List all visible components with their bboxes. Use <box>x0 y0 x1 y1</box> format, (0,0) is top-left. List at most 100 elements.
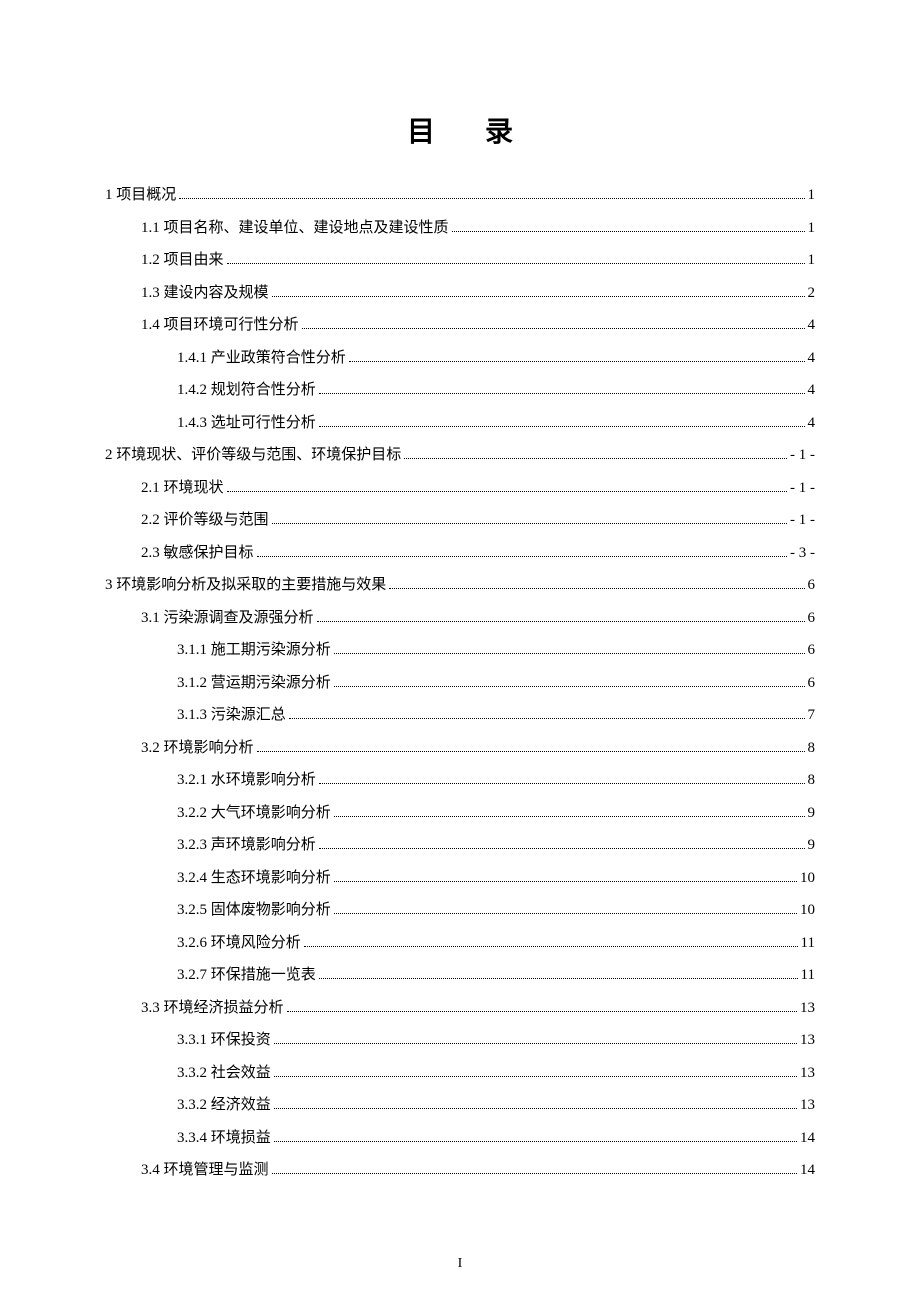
toc-leader-dots <box>319 783 805 784</box>
toc-entry-page: 1 <box>808 180 816 212</box>
toc-entry: 3.2.5 固体废物影响分析10 <box>105 895 815 927</box>
toc-entry: 3.1.1 施工期污染源分析 6 <box>105 635 815 667</box>
toc-entry: 3.3 环境经济损益分析13 <box>105 993 815 1025</box>
toc-entry-page: 4 <box>808 310 816 342</box>
toc-entry: 1.2 项目由来 1 <box>105 245 815 277</box>
toc-entry-label: 1.3 建设内容及规模 <box>141 278 269 310</box>
toc-entry-page: 11 <box>801 928 815 960</box>
toc-entry-label: 1.4.3 选址可行性分析 <box>177 408 316 440</box>
toc-entry-label: 3.1.1 施工期污染源分析 <box>177 635 331 667</box>
toc-entry-label: 3.3.4 环境损益 <box>177 1123 271 1155</box>
toc-entry: 3.4 环境管理与监测 14 <box>105 1155 815 1187</box>
toc-entry-page: - 1 - <box>790 440 815 472</box>
toc-entry-page: - 1 - <box>790 473 815 505</box>
toc-leader-dots <box>179 198 804 199</box>
toc-entry-label: 2.2 评价等级与范围 <box>141 505 269 537</box>
toc-leader-dots <box>334 881 797 882</box>
toc-entry-page: 13 <box>800 1025 815 1057</box>
toc-leader-dots <box>317 621 805 622</box>
toc-entry: 3.2.1 水环境影响分析 8 <box>105 765 815 797</box>
toc-entry-page: 1 <box>808 245 816 277</box>
toc-entry-label: 1.1 项目名称、建设单位、建设地点及建设性质 <box>141 213 449 245</box>
toc-entry-page: 6 <box>808 668 816 700</box>
toc-entry-label: 3.1.2 营运期污染源分析 <box>177 668 331 700</box>
toc-entry-label: 3.4 环境管理与监测 <box>141 1155 269 1187</box>
toc-entry: 1.4.3 选址可行性分析 4 <box>105 408 815 440</box>
toc-entry-label: 1.4 项目环境可行性分析 <box>141 310 299 342</box>
toc-entry: 2.1 环境现状- 1 - <box>105 473 815 505</box>
toc-entry-label: 3.2.4 生态环境影响分析 <box>177 863 331 895</box>
toc-entry-page: 9 <box>808 830 816 862</box>
toc-leader-dots <box>272 296 805 297</box>
toc-entry: 1.4.2 规划符合性分析 4 <box>105 375 815 407</box>
toc-entry-label: 3.1 污染源调查及源强分析 <box>141 603 314 635</box>
toc-entry-page: 8 <box>808 765 816 797</box>
toc-entry-page: 14 <box>800 1123 815 1155</box>
toc-entry-label: 1.4.2 规划符合性分析 <box>177 375 316 407</box>
toc-leader-dots <box>319 426 805 427</box>
toc-entry-label: 3.3 环境经济损益分析 <box>141 993 284 1025</box>
toc-entry: 3.1 污染源调查及源强分析 6 <box>105 603 815 635</box>
toc-title: 目录 <box>105 110 815 150</box>
toc-entry-label: 3.2.2 大气环境影响分析 <box>177 798 331 830</box>
toc-leader-dots <box>452 231 805 232</box>
toc-leader-dots <box>334 816 805 817</box>
toc-entry: 3.3.4 环境损益 14 <box>105 1123 815 1155</box>
toc-entry-label: 3.3.2 经济效益 <box>177 1090 271 1122</box>
toc-leader-dots <box>302 328 805 329</box>
toc-entry: 3.3.2 社会效益13 <box>105 1058 815 1090</box>
toc-leader-dots <box>334 686 805 687</box>
toc-entry-label: 1 项目概况 <box>105 180 176 212</box>
toc-entry: 3.2.4 生态环境影响分析 10 <box>105 863 815 895</box>
toc-entry-page: 14 <box>800 1155 815 1187</box>
toc-entry-label: 3.2 环境影响分析 <box>141 733 254 765</box>
toc-entry: 3.3.2 经济效益13 <box>105 1090 815 1122</box>
toc-leader-dots <box>272 523 787 524</box>
toc-entry-label: 3.2.6 环境风险分析 <box>177 928 301 960</box>
toc-entry: 1 项目概况 1 <box>105 180 815 212</box>
toc-leader-dots <box>404 458 787 459</box>
toc-entry-page: 13 <box>800 1058 815 1090</box>
toc-entry-page: - 3 - <box>790 538 815 570</box>
toc-leader-dots <box>319 978 798 979</box>
toc-entry-page: 6 <box>808 603 816 635</box>
toc-entry: 2 环境现状、评价等级与范围、环境保护目标 - 1 - <box>105 440 815 472</box>
toc-leader-dots <box>319 393 805 394</box>
toc-leader-dots <box>287 1011 797 1012</box>
toc-entry-page: 11 <box>801 960 815 992</box>
table-of-contents: 1 项目概况11.1 项目名称、建设单位、建设地点及建设性质11.2 项目由来1… <box>105 180 815 1187</box>
toc-entry: 3.2.3 声环境影响分析 9 <box>105 830 815 862</box>
toc-leader-dots <box>349 361 805 362</box>
toc-leader-dots <box>319 848 805 849</box>
toc-leader-dots <box>272 1173 797 1174</box>
toc-entry-page: 4 <box>808 375 816 407</box>
toc-entry: 3.2.2 大气环境影响分析9 <box>105 798 815 830</box>
page-number-footer: I <box>0 1256 920 1272</box>
toc-entry: 1.4.1 产业政策符合性分析4 <box>105 343 815 375</box>
toc-entry-page: 6 <box>808 570 816 602</box>
toc-entry: 1.4 项目环境可行性分析 4 <box>105 310 815 342</box>
toc-entry-page: - 1 - <box>790 505 815 537</box>
toc-entry: 3.3.1 环保投资 13 <box>105 1025 815 1057</box>
toc-leader-dots <box>257 751 805 752</box>
toc-entry-page: 6 <box>808 635 816 667</box>
toc-entry-label: 3.2.3 声环境影响分析 <box>177 830 316 862</box>
toc-leader-dots <box>227 263 805 264</box>
toc-leader-dots <box>389 588 804 589</box>
toc-entry-page: 10 <box>800 863 815 895</box>
toc-leader-dots <box>304 946 798 947</box>
toc-leader-dots <box>334 913 797 914</box>
toc-entry: 1.1 项目名称、建设单位、建设地点及建设性质1 <box>105 213 815 245</box>
toc-leader-dots <box>227 491 787 492</box>
toc-entry: 3.1.3 污染源汇总7 <box>105 700 815 732</box>
toc-entry-label: 2 环境现状、评价等级与范围、环境保护目标 <box>105 440 401 472</box>
toc-entry-page: 10 <box>800 895 815 927</box>
toc-entry-label: 1.2 项目由来 <box>141 245 224 277</box>
toc-entry-label: 3.2.7 环保措施一览表 <box>177 960 316 992</box>
toc-entry-label: 3.3.1 环保投资 <box>177 1025 271 1057</box>
toc-entry-page: 4 <box>808 408 816 440</box>
toc-entry-label: 3.2.1 水环境影响分析 <box>177 765 316 797</box>
toc-entry: 2.3 敏感保护目标- 3 - <box>105 538 815 570</box>
toc-entry-label: 3 环境影响分析及拟采取的主要措施与效果 <box>105 570 386 602</box>
toc-leader-dots <box>274 1043 797 1044</box>
